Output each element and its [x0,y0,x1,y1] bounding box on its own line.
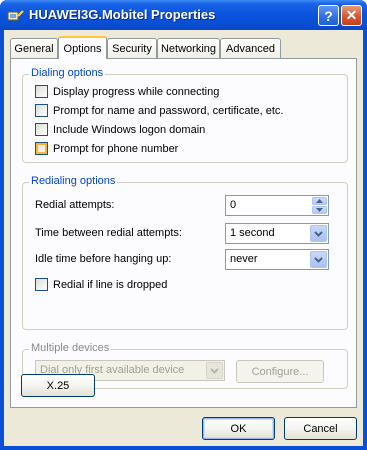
title-bar[interactable]: HUAWEI3G.Mobitel Properties ? ✕ [0,0,367,30]
cancel-button[interactable]: Cancel [284,417,357,440]
redial-if-dropped-checkbox[interactable]: Redial if line is dropped [35,278,167,291]
tab-general[interactable]: General [10,38,58,58]
checkbox-label: Include Windows logon domain [53,123,206,136]
tab-networking[interactable]: Networking [157,38,220,58]
prompt-phone-number-checkbox[interactable]: Prompt for phone number [35,142,178,155]
chevron-down-icon [210,367,219,374]
checkbox-box[interactable] [35,85,48,98]
time-between-label: Time between redial attempts: [35,227,182,239]
x25-label: X.25 [46,379,70,392]
tab-security[interactable]: Security [107,38,157,58]
tab-label: General [14,42,54,55]
checkbox-label: Prompt for name and password, certificat… [53,104,284,117]
time-between-value: 1 second [230,227,275,239]
help-button[interactable]: ? [318,5,339,26]
spin-up-button[interactable] [312,197,327,205]
options-panel: Dialing options Display progress while c… [10,58,357,408]
help-icon: ? [324,7,333,24]
dropdown-button[interactable] [310,251,327,268]
idle-time-value: never [230,253,258,265]
checkbox-label: Prompt for phone number [53,142,179,155]
redial-attempts-label: Redial attempts: [35,199,115,211]
multiple-devices-title: Multiple devices [29,342,112,354]
checkbox-label: Display progress while connecting [53,85,220,98]
cancel-label: Cancel [303,422,338,435]
tab-label: Advanced [226,42,275,55]
include-logon-domain-checkbox[interactable]: Include Windows logon domain [35,123,205,136]
spin-down-button[interactable] [312,206,327,214]
x25-button[interactable]: X.25 [21,374,95,397]
close-icon: ✕ [345,7,358,23]
redialing-options-group: Redialing options Redial attempts: 0 Tim… [22,175,348,330]
ok-label: OK [230,422,247,435]
spin-buttons [312,197,327,214]
dropdown-button[interactable] [310,225,327,242]
tab-label: Networking [160,42,217,55]
tab-options[interactable]: Options [58,36,107,59]
checkbox-box[interactable] [35,278,48,291]
dropdown-button[interactable] [206,362,223,379]
redial-attempts-value: 0 [230,199,237,211]
arrow-up-icon [316,199,323,203]
window-title: HUAWEI3G.Mobitel Properties [29,7,216,22]
prompt-credentials-checkbox[interactable]: Prompt for name and password, certificat… [35,104,284,117]
chevron-down-icon [314,230,323,237]
configure-button[interactable]: Configure... [236,360,324,383]
idle-time-label: Idle time before hanging up: [35,253,172,265]
ok-button[interactable]: OK [202,417,275,440]
arrow-down-icon [316,208,323,212]
dialing-options-group: Dialing options Display progress while c… [22,67,348,163]
display-progress-checkbox[interactable]: Display progress while connecting [35,85,219,98]
properties-window: HUAWEI3G.Mobitel Properties ? ✕ General … [0,0,367,450]
idle-time-select[interactable]: never [225,249,329,270]
checkbox-label: Redial if line is dropped [53,278,168,291]
redial-attempts-spinner[interactable]: 0 [225,195,329,216]
dialog-body: General Options Security Networking Adva… [4,30,363,446]
redialing-options-title: Redialing options [29,175,118,187]
time-between-select[interactable]: 1 second [225,223,329,244]
connection-icon [7,10,24,21]
tab-label: Security [112,42,152,55]
tab-advanced[interactable]: Advanced [220,38,281,58]
close-button[interactable]: ✕ [341,5,362,26]
configure-label: Configure... [251,365,309,378]
chevron-down-icon [314,256,323,263]
tab-label: Options [63,42,102,55]
checkbox-box[interactable] [35,142,48,155]
dialing-options-title: Dialing options [29,67,106,79]
checkbox-box[interactable] [35,104,48,117]
checkbox-box[interactable] [35,123,48,136]
